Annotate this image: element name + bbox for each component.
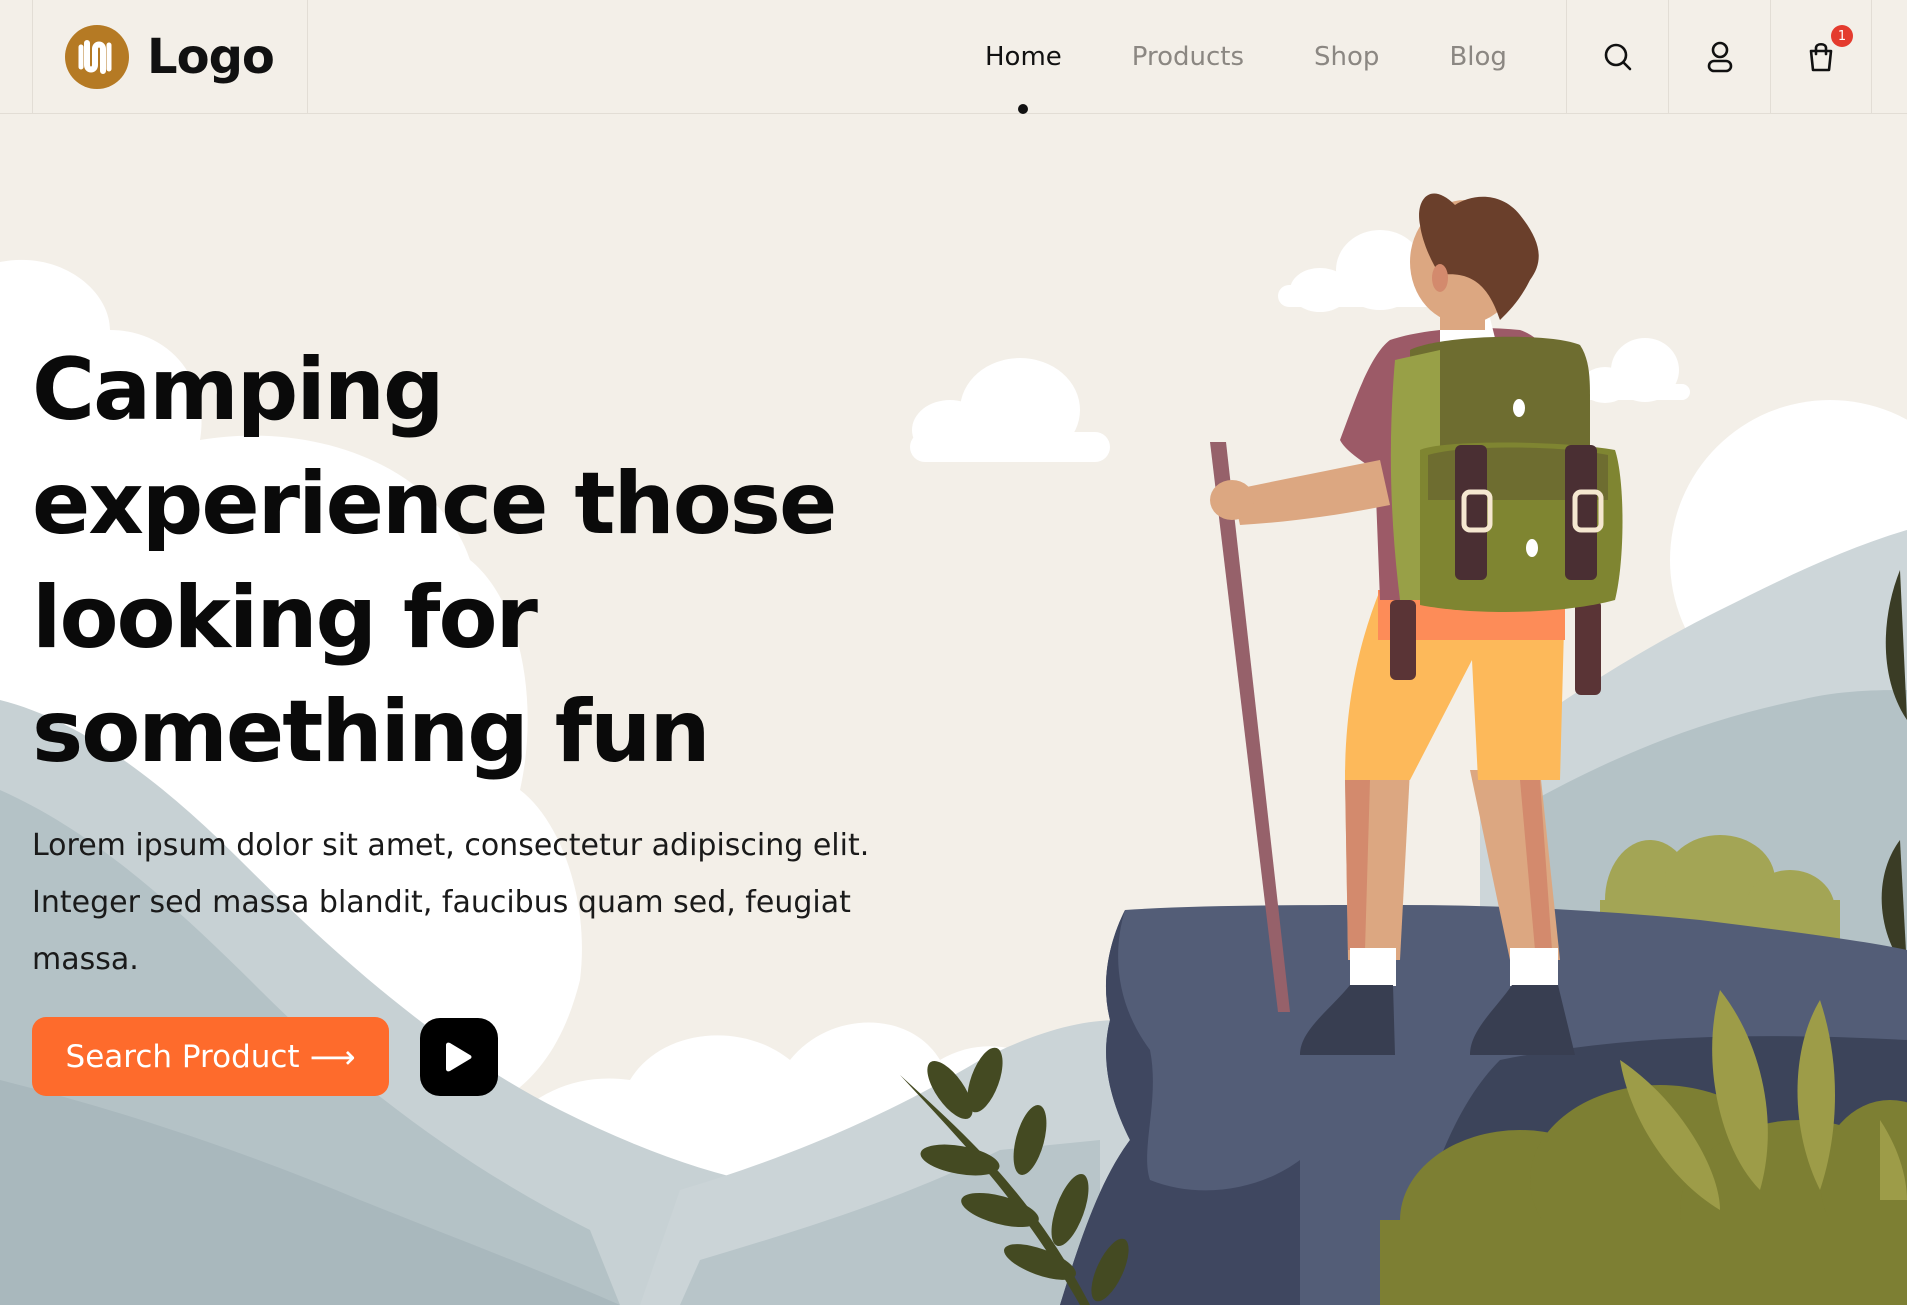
nav-item-label: Blog [1449, 41, 1507, 72]
nav-item-blog[interactable]: Blog [1449, 42, 1506, 72]
nav-item-label: Shop [1314, 41, 1380, 72]
page: Logo Home Products Shop Blog 1 Camping e… [0, 0, 1907, 1305]
arrow-right-icon: ⟶ [309, 1037, 356, 1076]
hero-description-line: Integer sed massa blandit, faucibus quam… [32, 885, 851, 920]
play-icon [446, 1042, 472, 1072]
site-header: Logo Home Products Shop Blog 1 [0, 0, 1907, 114]
cloud-small-3 [1580, 338, 1690, 403]
hero-description-line: massa. [32, 942, 139, 977]
search-button[interactable] [1566, 0, 1668, 113]
main-nav: Home Products Shop Blog [985, 0, 1577, 114]
nav-item-shop[interactable]: Shop [1314, 42, 1379, 72]
cart-count-badge: 1 [1831, 25, 1853, 47]
nav-item-products[interactable]: Products [1132, 42, 1244, 72]
user-icon [1707, 41, 1732, 72]
hero-title-line: experience those [32, 454, 837, 554]
search-product-button[interactable]: Search Product ⟶ [32, 1017, 389, 1096]
active-indicator [1018, 103, 1029, 114]
nav-item-home[interactable]: Home [985, 41, 1062, 114]
nav-item-label: Home [985, 41, 1062, 72]
logo-text: Logo [147, 28, 275, 85]
hero-description: Lorem ipsum dolor sit amet, consectetur … [32, 817, 932, 988]
cloud-small-2 [910, 358, 1110, 462]
hero-title: Camping experience those looking for som… [32, 333, 852, 789]
cart-button[interactable]: 1 [1770, 0, 1872, 113]
cart-icon [1809, 42, 1833, 71]
hero-title-line: Camping [32, 340, 445, 440]
account-button[interactable] [1668, 0, 1770, 113]
search-icon [1604, 43, 1631, 70]
search-product-label: Search Product [65, 1038, 300, 1075]
hero-title-line: something fun [32, 682, 711, 782]
hero-description-line: Lorem ipsum dolor sit amet, consectetur … [32, 828, 870, 863]
hero-title-line: looking for [32, 568, 538, 668]
play-video-button[interactable] [420, 1018, 498, 1096]
nav-item-label: Products [1131, 41, 1245, 72]
logo-mark-icon [65, 24, 129, 89]
logo[interactable]: Logo [32, 0, 308, 113]
